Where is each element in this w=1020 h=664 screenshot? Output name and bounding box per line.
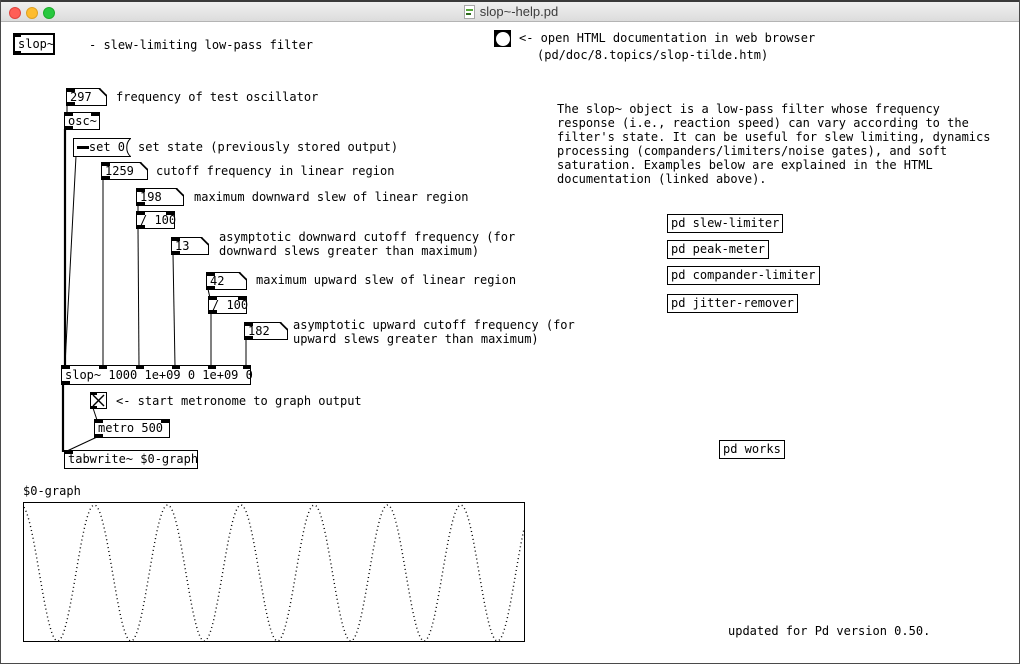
object-box-label: slop~	[18, 37, 54, 52]
inlet-nub	[166, 212, 174, 215]
message-label: set 0	[89, 140, 125, 155]
subpatch-label: pd jitter-remover	[671, 296, 794, 311]
doc-link-comment-line1: <- open HTML documentation in web browse…	[519, 31, 815, 45]
outlet-nub	[102, 176, 110, 179]
up-asymptotic-comment: asymptotic upward cutoff frequency (for …	[293, 318, 575, 346]
inlet-nub	[238, 297, 246, 300]
inlet-nub	[209, 297, 217, 300]
outlet-nub	[91, 406, 97, 408]
inlet-nub	[172, 238, 180, 241]
inlet-nub	[15, 35, 21, 37]
inlet-nub	[172, 366, 180, 369]
pd-patch-window: slop~-help.pd slop~ - slew-limiting low-…	[0, 0, 1020, 664]
inlet-nub	[99, 366, 107, 369]
outlet-nub	[67, 102, 75, 105]
inlet-nub	[136, 366, 144, 369]
outlet-nub	[207, 286, 215, 289]
version-comment: updated for Pd version 0.50.	[728, 624, 930, 638]
wire	[67, 437, 97, 451]
outlet-nub	[15, 51, 21, 53]
frequency-comment: frequency of test oscillator	[116, 90, 318, 104]
subpatch-label: pd slew-limiter	[671, 216, 779, 231]
object-box-divide-down: / 100	[136, 211, 175, 229]
inlet-nub	[245, 323, 253, 326]
wire	[173, 254, 175, 366]
inlet-nub	[137, 212, 145, 215]
message-box-set-state[interactable]: set 0	[73, 138, 131, 157]
down-slew-comment: maximum downward slew of linear region	[194, 190, 469, 204]
subpatch-compander-limiter[interactable]: pd compander-limiter	[667, 266, 820, 285]
outlet-nub-signal	[62, 381, 70, 384]
subpatch-label: pd compander-limiter	[671, 268, 816, 283]
number-box-up-slew[interactable]: 42	[206, 272, 247, 290]
wire	[65, 156, 76, 365]
inlet-nub	[95, 420, 103, 423]
tagline-comment: - slew-limiting low-pass filter	[89, 38, 313, 52]
set-state-comment: set state (previously stored output)	[138, 140, 398, 154]
inlet-nub-signal	[65, 451, 73, 454]
description-text: The slop~ object is a low-pass filter wh…	[557, 102, 999, 186]
object-box-tabwrite: tabwrite~ $0-graph	[64, 450, 198, 469]
outlet-nub	[137, 202, 145, 205]
inlet-nub	[102, 163, 110, 166]
outlet-nub	[209, 310, 217, 313]
object-box-metro: metro 500	[94, 419, 170, 438]
outlet-nub-signal	[65, 126, 73, 129]
object-box-osc: osc~	[64, 112, 100, 130]
object-box-label: metro 500	[98, 421, 163, 436]
subpatch-label: pd peak-meter	[671, 242, 765, 257]
inlet-nub	[91, 393, 97, 395]
object-box-slop-title: slop~	[13, 33, 55, 55]
up-slew-comment: maximum upward slew of linear region	[256, 273, 516, 287]
toggle-comment: <- start metronome to graph output	[116, 394, 362, 408]
inlet-nub	[67, 89, 75, 92]
number-box-cutoff[interactable]: 1259	[101, 162, 148, 180]
object-box-slop: slop~ 1000 1e+09 0 1e+09 0	[61, 365, 251, 385]
number-box-down-asymptotic[interactable]: 13	[171, 237, 209, 255]
open-doc-link-icon[interactable]	[494, 30, 511, 47]
waveform-graph	[23, 502, 525, 642]
number-box-up-asymptotic[interactable]: 182	[244, 322, 288, 340]
outlet-nub	[137, 225, 145, 228]
circle-glyph	[496, 32, 510, 46]
graph-label: $0-graph	[23, 484, 81, 498]
inlet-nub	[137, 189, 145, 192]
inlet-nub	[161, 420, 169, 423]
wire	[138, 228, 139, 366]
inlet-nub	[208, 366, 216, 369]
outlet-nub	[95, 434, 103, 437]
subpatch-jitter-remover[interactable]: pd jitter-remover	[667, 294, 798, 313]
number-box-down-slew[interactable]: 198	[136, 188, 184, 206]
inlet-nub	[243, 366, 251, 369]
subpatch-label: pd works	[723, 442, 781, 457]
cutoff-comment: cutoff frequency in linear region	[156, 164, 394, 178]
subpatch-slew-limiter[interactable]: pd slew-limiter	[667, 214, 783, 233]
down-asymptotic-comment: asymptotic downward cutoff frequency (fo…	[219, 230, 515, 258]
subpatch-works[interactable]: pd works	[719, 440, 785, 459]
object-box-label: tabwrite~ $0-graph	[68, 452, 198, 467]
outlet-nub	[172, 251, 180, 254]
doc-link-comment-line2: (pd/doc/8.topics/slop-tilde.htm)	[537, 48, 768, 62]
number-box-frequency[interactable]: 297	[66, 88, 107, 106]
inlet-nub	[207, 273, 215, 276]
object-box-divide-up: / 100	[208, 296, 247, 314]
inlet-nub	[91, 113, 99, 116]
toggle-metronome[interactable]	[90, 392, 107, 409]
outlet-nub	[245, 336, 253, 339]
sine-waveform	[24, 503, 524, 641]
object-box-label: slop~ 1000 1e+09 0 1e+09 0	[65, 368, 253, 383]
subpatch-peak-meter[interactable]: pd peak-meter	[667, 240, 769, 259]
inlet-nub-signal	[62, 366, 70, 369]
inlet-nub	[65, 113, 73, 116]
